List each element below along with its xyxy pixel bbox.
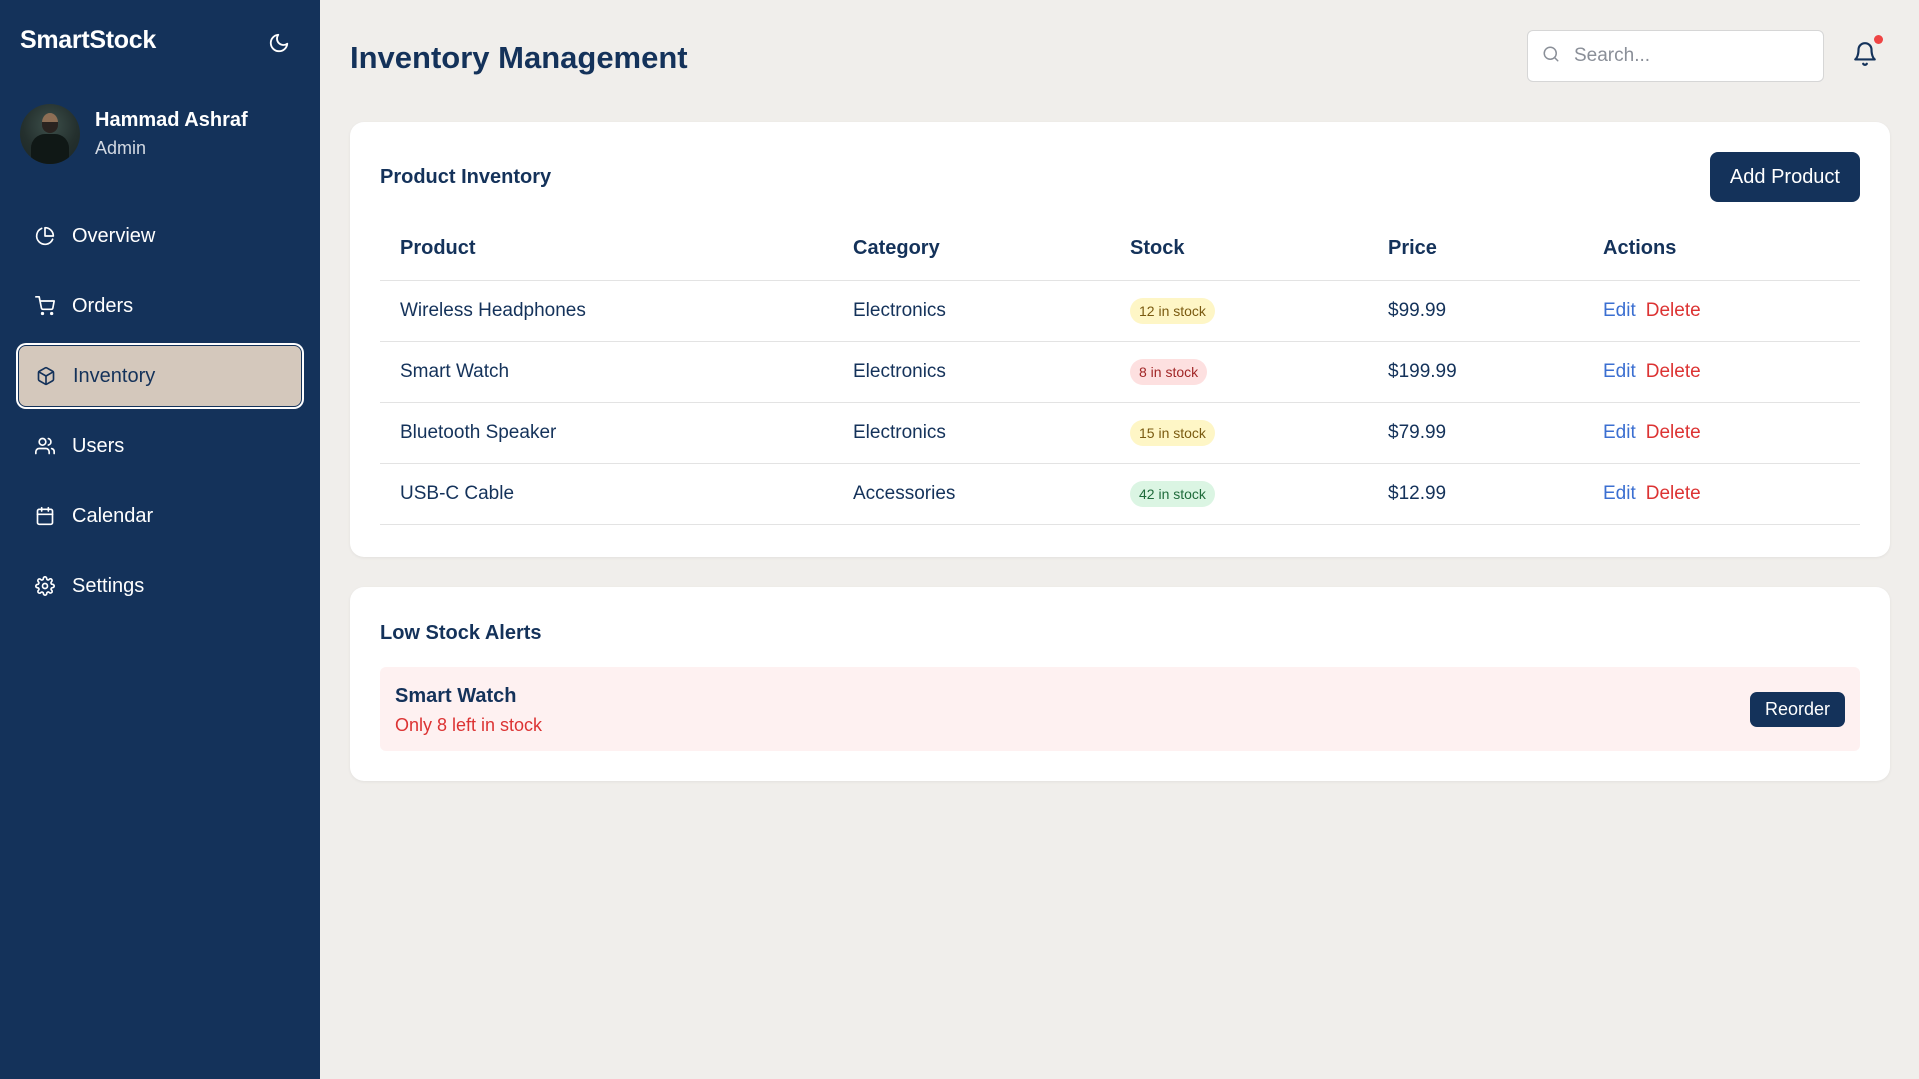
stock-badge: 8 in stock	[1130, 358, 1208, 385]
product-price: $99.99	[1368, 280, 1583, 342]
add-product-button[interactable]: Add Product	[1709, 152, 1860, 202]
delete-link[interactable]: Delete	[1646, 300, 1701, 321]
inventory-table: Product Category Stock Price Actions Wir…	[380, 218, 1860, 525]
alert-product-name: Smart Watch	[395, 685, 517, 707]
sidebar-item-inventory[interactable]: Inventory	[18, 345, 302, 407]
table-row: Smart Watch Electronics 8 in stock $199.…	[380, 341, 1860, 403]
sidebar-item-label: Calendar	[72, 504, 154, 527]
delete-link[interactable]: Delete	[1646, 422, 1701, 443]
product-price: $199.99	[1368, 341, 1583, 403]
pie-chart-icon	[34, 225, 56, 247]
user-name: Hammad Ashraf	[95, 109, 248, 131]
table-row: USB-C Cable Accessories 42 in stock $12.…	[380, 463, 1860, 525]
edit-link[interactable]: Edit	[1603, 361, 1636, 382]
edit-link[interactable]: Edit	[1603, 483, 1636, 504]
bell-icon[interactable]	[1852, 35, 1883, 71]
search-icon	[1542, 45, 1560, 68]
product-name: Wireless Headphones	[380, 280, 833, 342]
calendar-icon	[34, 505, 56, 527]
product-category: Electronics	[833, 341, 1110, 403]
table-header-row: Product Category Stock Price Actions	[380, 218, 1860, 281]
product-inventory-card: Product Inventory Add Product Product Ca…	[350, 122, 1890, 557]
edit-link[interactable]: Edit	[1603, 300, 1636, 321]
alert-item: Smart Watch Only 8 left in stock Reorder	[380, 667, 1860, 751]
delete-link[interactable]: Delete	[1646, 361, 1701, 382]
stock-badge: 12 in stock	[1130, 297, 1215, 324]
table-row: Bluetooth Speaker Electronics 15 in stoc…	[380, 402, 1860, 464]
sidebar-item-label: Users	[72, 434, 125, 457]
sidebar-item-orders[interactable]: Orders	[18, 275, 302, 337]
users-icon	[34, 435, 56, 457]
product-category: Electronics	[833, 402, 1110, 464]
product-price: $12.99	[1368, 463, 1583, 525]
search-input[interactable]	[1574, 45, 1804, 67]
gear-icon	[34, 575, 56, 597]
avatar	[20, 104, 80, 164]
card-title: Low Stock Alerts	[380, 622, 542, 644]
user-profile[interactable]: Hammad Ashraf Admin	[20, 104, 248, 164]
edit-link[interactable]: Edit	[1603, 422, 1636, 443]
sidebar-item-label: Orders	[72, 294, 134, 317]
product-price: $79.99	[1368, 402, 1583, 464]
sidebar: SmartStock Hammad Ashraf Admin Overview	[0, 0, 320, 1079]
stock-badge: 15 in stock	[1130, 419, 1215, 446]
brand-logo[interactable]: SmartStock	[20, 26, 156, 55]
notification-dot	[1874, 35, 1883, 44]
product-name: Smart Watch	[380, 341, 833, 403]
sidebar-item-users[interactable]: Users	[18, 415, 302, 477]
sidebar-item-overview[interactable]: Overview	[18, 205, 302, 267]
product-name: Bluetooth Speaker	[380, 402, 833, 464]
column-header-price[interactable]: Price	[1368, 218, 1583, 281]
column-header-actions: Actions	[1583, 218, 1860, 281]
sidebar-item-label: Settings	[72, 574, 145, 597]
search-box[interactable]	[1527, 30, 1824, 82]
product-category: Electronics	[833, 280, 1110, 342]
page-title: Inventory Management	[350, 40, 688, 75]
table-row: Wireless Headphones Electronics 12 in st…	[380, 280, 1860, 342]
cart-icon	[34, 295, 56, 317]
sidebar-nav: Overview Orders Inventory Users Calendar…	[18, 205, 302, 625]
sidebar-item-calendar[interactable]: Calendar	[18, 485, 302, 547]
sidebar-item-settings[interactable]: Settings	[18, 555, 302, 617]
reorder-button[interactable]: Reorder	[1749, 692, 1845, 727]
delete-link[interactable]: Delete	[1646, 483, 1701, 504]
column-header-category[interactable]: Category	[833, 218, 1110, 281]
box-icon	[35, 365, 57, 387]
user-role: Admin	[95, 138, 147, 158]
product-category: Accessories	[833, 463, 1110, 525]
low-stock-alerts-card: Low Stock Alerts Smart Watch Only 8 left…	[350, 587, 1890, 781]
product-name: USB-C Cable	[380, 463, 833, 525]
sidebar-item-label: Inventory	[73, 364, 156, 387]
moon-icon[interactable]	[264, 28, 294, 58]
column-header-product[interactable]: Product	[380, 218, 833, 281]
column-header-stock[interactable]: Stock	[1110, 218, 1368, 281]
alert-message: Only 8 left in stock	[395, 715, 543, 735]
sidebar-item-label: Overview	[72, 224, 156, 247]
stock-badge: 42 in stock	[1130, 480, 1215, 507]
card-title: Product Inventory	[380, 166, 552, 188]
